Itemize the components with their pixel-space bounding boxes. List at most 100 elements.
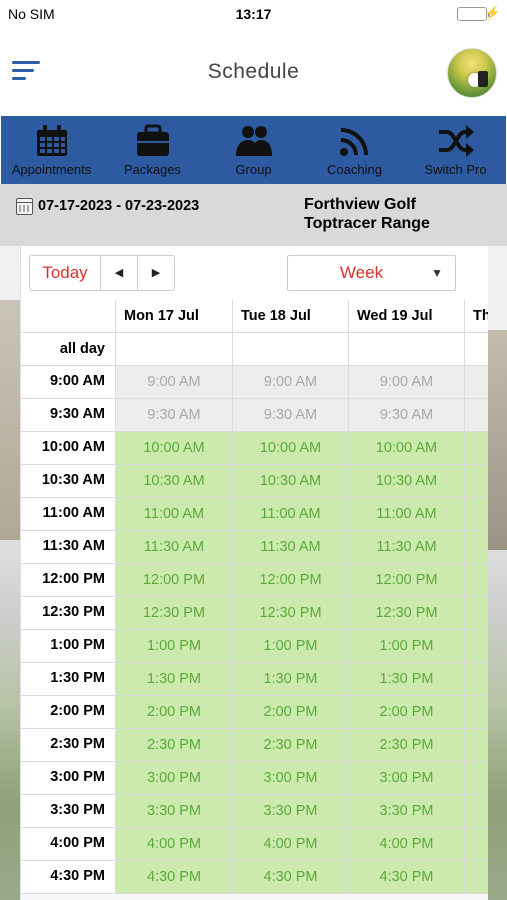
time-slot[interactable]: 2:30 PM (233, 729, 349, 762)
time-slot[interactable]: 9:30 AM (349, 399, 465, 432)
time-slot[interactable]: 12:30 PM (233, 597, 349, 630)
all-day-slot[interactable] (233, 333, 349, 366)
time-slot[interactable]: 9:00 AM (233, 366, 349, 399)
view-select[interactable]: Week ▼ (287, 255, 456, 291)
time-row: 10:30 AM 10:30 AM 10:30 AM 10:30 AM (21, 465, 488, 498)
time-slot[interactable] (465, 795, 488, 828)
time-slot[interactable]: 9:30 AM (116, 399, 233, 432)
time-slot[interactable]: 3:00 PM (349, 762, 465, 795)
time-slot[interactable]: 3:30 PM (233, 795, 349, 828)
status-bar: No SIM 13:17 ⚡ (0, 0, 507, 28)
prev-week-button[interactable]: ◀ (100, 255, 138, 291)
time-slot[interactable]: 1:30 PM (233, 663, 349, 696)
calendar-panel: Today ◀ ▶ Week ▼ Mon 17 Jul Tue 18 Jul W… (20, 246, 488, 900)
time-slot[interactable]: 2:30 PM (116, 729, 233, 762)
time-slot[interactable] (465, 828, 488, 861)
time-slot[interactable] (465, 696, 488, 729)
time-slot[interactable]: 4:00 PM (233, 828, 349, 861)
time-slot[interactable]: 10:30 AM (233, 465, 349, 498)
time-slot[interactable] (465, 630, 488, 663)
time-slot[interactable] (465, 861, 488, 894)
time-slot[interactable]: 12:00 PM (349, 564, 465, 597)
tab-packages[interactable]: Packages (102, 116, 203, 184)
time-slot[interactable]: 12:00 PM (233, 564, 349, 597)
time-slot[interactable]: 9:30 AM (233, 399, 349, 432)
time-slot[interactable]: 11:30 AM (116, 531, 233, 564)
time-slot[interactable]: 3:30 PM (116, 795, 233, 828)
avatar[interactable] (447, 48, 497, 98)
calendar-icon[interactable] (16, 198, 33, 215)
time-label: 10:30 AM (21, 465, 116, 498)
time-slot[interactable]: 4:30 PM (116, 861, 233, 894)
time-slot[interactable]: 10:00 AM (233, 432, 349, 465)
time-slot[interactable]: 9:00 AM (116, 366, 233, 399)
time-slot[interactable]: 11:00 AM (233, 498, 349, 531)
time-slot[interactable]: 4:30 PM (349, 861, 465, 894)
all-day-slot[interactable] (116, 333, 233, 366)
time-slot[interactable] (465, 729, 488, 762)
tab-switch-pro[interactable]: Switch Pro (405, 116, 506, 184)
time-label: 9:30 AM (21, 399, 116, 432)
next-week-button[interactable]: ▶ (137, 255, 175, 291)
time-row: 4:30 PM 4:30 PM 4:30 PM 4:30 PM (21, 861, 488, 894)
time-slot[interactable] (465, 564, 488, 597)
time-label: 1:00 PM (21, 630, 116, 663)
time-slot[interactable]: 11:00 AM (349, 498, 465, 531)
day-header[interactable]: Wed 19 Jul (349, 300, 465, 333)
time-slot[interactable]: 2:00 PM (349, 696, 465, 729)
time-slot[interactable]: 4:00 PM (116, 828, 233, 861)
time-slot[interactable]: 3:00 PM (116, 762, 233, 795)
view-select-value: Week (339, 263, 384, 282)
time-slot[interactable]: 1:00 PM (233, 630, 349, 663)
time-slot[interactable]: 9:00 AM (349, 366, 465, 399)
time-slot[interactable]: 4:00 PM (349, 828, 465, 861)
all-day-slot[interactable] (465, 333, 488, 366)
tab-label: Coaching (327, 162, 382, 177)
time-slot[interactable] (465, 663, 488, 696)
time-slot[interactable] (465, 498, 488, 531)
time-slot[interactable]: 12:30 PM (116, 597, 233, 630)
time-slot[interactable]: 2:00 PM (116, 696, 233, 729)
time-slot[interactable]: 10:00 AM (349, 432, 465, 465)
all-day-slot[interactable] (349, 333, 465, 366)
time-slot[interactable]: 3:00 PM (233, 762, 349, 795)
time-slot[interactable] (465, 366, 488, 399)
time-slot[interactable]: 11:30 AM (349, 531, 465, 564)
time-slot[interactable]: 11:00 AM (116, 498, 233, 531)
today-button[interactable]: Today (29, 255, 101, 291)
tab-coaching[interactable]: Coaching (304, 116, 405, 184)
time-slot[interactable]: 10:00 AM (116, 432, 233, 465)
time-slot[interactable]: 4:30 PM (233, 861, 349, 894)
tab-group[interactable]: Group (203, 116, 304, 184)
time-slot[interactable]: 1:30 PM (116, 663, 233, 696)
time-slot[interactable]: 10:30 AM (116, 465, 233, 498)
venue-name: Forthview Golf Toptracer Range (304, 195, 430, 233)
time-slot[interactable]: 1:00 PM (349, 630, 465, 663)
time-slot[interactable] (465, 465, 488, 498)
time-slot[interactable]: 11:30 AM (233, 531, 349, 564)
time-slot[interactable]: 10:30 AM (349, 465, 465, 498)
time-slot[interactable]: 1:30 PM (349, 663, 465, 696)
time-slot[interactable]: 2:00 PM (233, 696, 349, 729)
chevron-down-icon: ▼ (431, 266, 443, 280)
time-label: 4:30 PM (21, 861, 116, 894)
time-slot[interactable]: 12:30 PM (349, 597, 465, 630)
time-row: 11:00 AM 11:00 AM 11:00 AM 11:00 AM (21, 498, 488, 531)
day-header[interactable]: Tue 18 Jul (233, 300, 349, 333)
time-slot[interactable] (465, 597, 488, 630)
time-slot[interactable] (465, 762, 488, 795)
time-slot[interactable] (465, 531, 488, 564)
time-slot[interactable]: 3:30 PM (349, 795, 465, 828)
date-range[interactable]: 07-17-2023 - 07-23-2023 (38, 198, 199, 214)
time-slot[interactable] (465, 399, 488, 432)
time-slot[interactable]: 2:30 PM (349, 729, 465, 762)
time-slot[interactable]: 1:00 PM (116, 630, 233, 663)
time-label: 4:00 PM (21, 828, 116, 861)
tab-appointments[interactable]: Appointments (1, 116, 102, 184)
nav-header: Schedule (0, 28, 507, 116)
day-header[interactable]: Mon 17 Jul (116, 300, 233, 333)
day-header[interactable]: Th (465, 300, 488, 333)
time-slot[interactable]: 12:00 PM (116, 564, 233, 597)
time-row: 9:00 AM 9:00 AM 9:00 AM 9:00 AM (21, 366, 488, 399)
time-slot[interactable] (465, 432, 488, 465)
